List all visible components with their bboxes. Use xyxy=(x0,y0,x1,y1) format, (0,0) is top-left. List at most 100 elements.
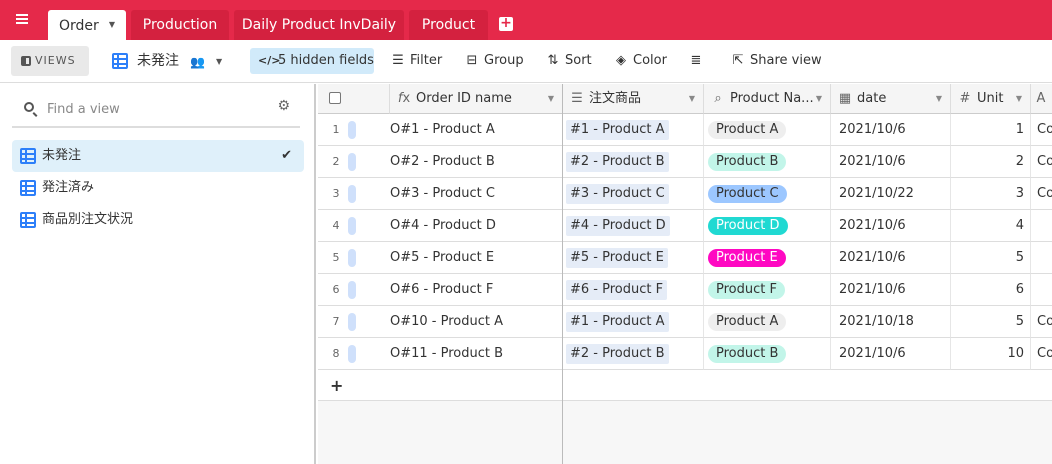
expand-record-handle[interactable] xyxy=(348,249,356,267)
date-cell[interactable]: 2021/10/18 xyxy=(831,306,951,338)
date-cell[interactable]: 2021/10/6 xyxy=(831,146,951,178)
row-number-cell[interactable]: 2 xyxy=(318,146,390,178)
expand-record-handle[interactable] xyxy=(348,153,356,171)
chevron-down-icon[interactable]: ▼ xyxy=(1016,84,1022,114)
product-name-cell[interactable]: Product E xyxy=(704,242,831,274)
views-toggle-button[interactable]: VIEWS xyxy=(11,46,89,76)
text-cell[interactable] xyxy=(1031,242,1052,274)
order-id-cell[interactable]: O#1 - Product A xyxy=(390,114,563,146)
linked-record-chip[interactable]: #1 - Product A xyxy=(566,120,669,140)
column-header[interactable]: ⌕ Product Na... ▼ xyxy=(704,84,831,114)
chevron-down-icon[interactable]: ▼ xyxy=(548,84,554,114)
text-cell[interactable]: Co xyxy=(1031,306,1052,338)
linked-record-cell[interactable]: #2 - Product B xyxy=(563,338,704,370)
column-header[interactable]: ▦ date ▼ xyxy=(831,84,951,114)
tab-production[interactable]: Production xyxy=(131,10,229,40)
date-cell[interactable]: 2021/10/6 xyxy=(831,114,951,146)
expand-record-handle[interactable] xyxy=(348,313,356,331)
linked-record-cell[interactable]: #1 - Product A xyxy=(563,306,704,338)
linked-record-chip[interactable]: #6 - Product F xyxy=(566,280,668,300)
table-row[interactable]: 1 O#1 - Product A #1 - Product A Product A2… xyxy=(318,114,1052,146)
order-id-cell[interactable]: O#11 - Product B xyxy=(390,338,563,370)
linked-record-chip[interactable]: #2 - Product B xyxy=(566,152,669,172)
color-button[interactable]: ◈ Color xyxy=(613,51,667,71)
text-cell[interactable]: Co xyxy=(1031,178,1052,210)
expand-record-handle[interactable] xyxy=(348,281,356,299)
linked-record-chip[interactable]: #5 - Product E xyxy=(566,248,668,268)
sort-button[interactable]: ⇅ Sort xyxy=(545,51,592,71)
gear-icon[interactable]: ⚙ xyxy=(277,98,290,114)
expand-record-handle[interactable] xyxy=(348,121,356,139)
row-number-cell[interactable]: 5 xyxy=(318,242,390,274)
expand-record-handle[interactable] xyxy=(348,345,356,363)
row-number-cell[interactable]: 1 xyxy=(318,114,390,146)
linked-record-cell[interactable]: #2 - Product B xyxy=(563,146,704,178)
unit-cell[interactable]: 10 xyxy=(951,338,1031,370)
filter-button[interactable]: ☰ Filter xyxy=(390,51,442,71)
add-table-button[interactable]: + xyxy=(499,16,513,31)
order-id-cell[interactable]: O#5 - Product E xyxy=(390,242,563,274)
text-cell[interactable] xyxy=(1031,210,1052,242)
product-name-cell[interactable]: Product F xyxy=(704,274,831,306)
product-name-cell[interactable]: Product C xyxy=(704,178,831,210)
chevron-down-icon[interactable]: ▼ xyxy=(109,10,115,40)
linked-record-chip[interactable]: #4 - Product D xyxy=(566,216,670,236)
linked-record-chip[interactable]: #2 - Product B xyxy=(566,344,669,364)
column-header[interactable]: ☰ 注文商品 ▼ xyxy=(563,84,704,114)
unit-cell[interactable]: 1 xyxy=(951,114,1031,146)
table-row[interactable]: 7 O#10 - Product A #1 - Product A Product A… xyxy=(318,306,1052,338)
order-id-cell[interactable]: O#6 - Product F xyxy=(390,274,563,306)
column-header[interactable]: # Unit ▼ xyxy=(951,84,1031,114)
row-number-cell[interactable]: 3 xyxy=(318,178,390,210)
row-number-cell[interactable]: 8 xyxy=(318,338,390,370)
unit-cell[interactable]: 5 xyxy=(951,242,1031,274)
linked-record-cell[interactable]: #3 - Product C xyxy=(563,178,704,210)
product-name-cell[interactable]: Product D xyxy=(704,210,831,242)
text-cell[interactable] xyxy=(1031,274,1052,306)
add-row[interactable]: + xyxy=(318,370,1052,402)
share-view-button[interactable]: ⇱ Share view xyxy=(730,51,822,71)
linked-record-cell[interactable]: #5 - Product E xyxy=(563,242,704,274)
column-header[interactable]: A xyxy=(1031,84,1052,114)
expand-record-handle[interactable] xyxy=(348,217,356,235)
text-cell[interactable]: Co xyxy=(1031,146,1052,178)
unit-cell[interactable]: 5 xyxy=(951,306,1031,338)
add-record-button[interactable]: + xyxy=(318,370,562,401)
date-cell[interactable]: 2021/10/6 xyxy=(831,210,951,242)
order-id-cell[interactable]: O#3 - Product C xyxy=(390,178,563,210)
text-cell[interactable]: Co xyxy=(1031,114,1052,146)
hidden-fields-button[interactable]: </> 5 hidden fields xyxy=(250,48,374,74)
expand-record-handle[interactable] xyxy=(348,185,356,203)
product-name-cell[interactable]: Product A xyxy=(704,306,831,338)
table-row[interactable]: 6 O#6 - Product F #6 - Product F Product F2… xyxy=(318,274,1052,306)
chevron-down-icon[interactable]: ▼ xyxy=(216,57,222,66)
order-id-cell[interactable]: O#4 - Product D xyxy=(390,210,563,242)
current-view-name[interactable]: 未発注 xyxy=(112,51,179,71)
row-number-cell[interactable]: 4 xyxy=(318,210,390,242)
table-row[interactable]: 5 O#5 - Product E #5 - Product E Product E2… xyxy=(318,242,1052,274)
table-row[interactable]: 3 O#3 - Product C #3 - Product C Product C2… xyxy=(318,178,1052,210)
chevron-down-icon[interactable]: ▼ xyxy=(689,84,695,114)
linked-record-cell[interactable]: #6 - Product F xyxy=(563,274,704,306)
group-button[interactable]: ⊟ Group xyxy=(464,51,524,71)
chevron-down-icon[interactable]: ▼ xyxy=(816,84,822,114)
linked-record-chip[interactable]: #3 - Product C xyxy=(566,184,669,204)
table-row[interactable]: 4 O#4 - Product D #4 - Product D Product D2… xyxy=(318,210,1052,242)
product-name-cell[interactable]: Product B xyxy=(704,146,831,178)
unit-cell[interactable]: 6 xyxy=(951,274,1031,306)
unit-cell[interactable]: 2 xyxy=(951,146,1031,178)
tab-daily-product-inv[interactable]: Daily Product InvDaily xyxy=(234,10,404,40)
linked-record-chip[interactable]: #1 - Product A xyxy=(566,312,669,332)
select-all-checkbox[interactable] xyxy=(329,92,341,104)
row-number-cell[interactable]: 6 xyxy=(318,274,390,306)
tab-order[interactable]: Order ▼ xyxy=(48,10,126,40)
sidebar-view-item[interactable]: 未発注 ✔ xyxy=(12,140,304,172)
linked-record-cell[interactable]: #1 - Product A xyxy=(563,114,704,146)
date-cell[interactable]: 2021/10/6 xyxy=(831,338,951,370)
find-view-input[interactable]: Find a view ⚙ xyxy=(12,92,300,128)
table-row[interactable]: 2 O#2 - Product B #2 - Product B Product B2… xyxy=(318,146,1052,178)
sidebar-view-item[interactable]: 発注済み xyxy=(12,172,304,204)
linked-record-cell[interactable]: #4 - Product D xyxy=(563,210,704,242)
unit-cell[interactable]: 3 xyxy=(951,178,1031,210)
product-name-cell[interactable]: Product A xyxy=(704,114,831,146)
